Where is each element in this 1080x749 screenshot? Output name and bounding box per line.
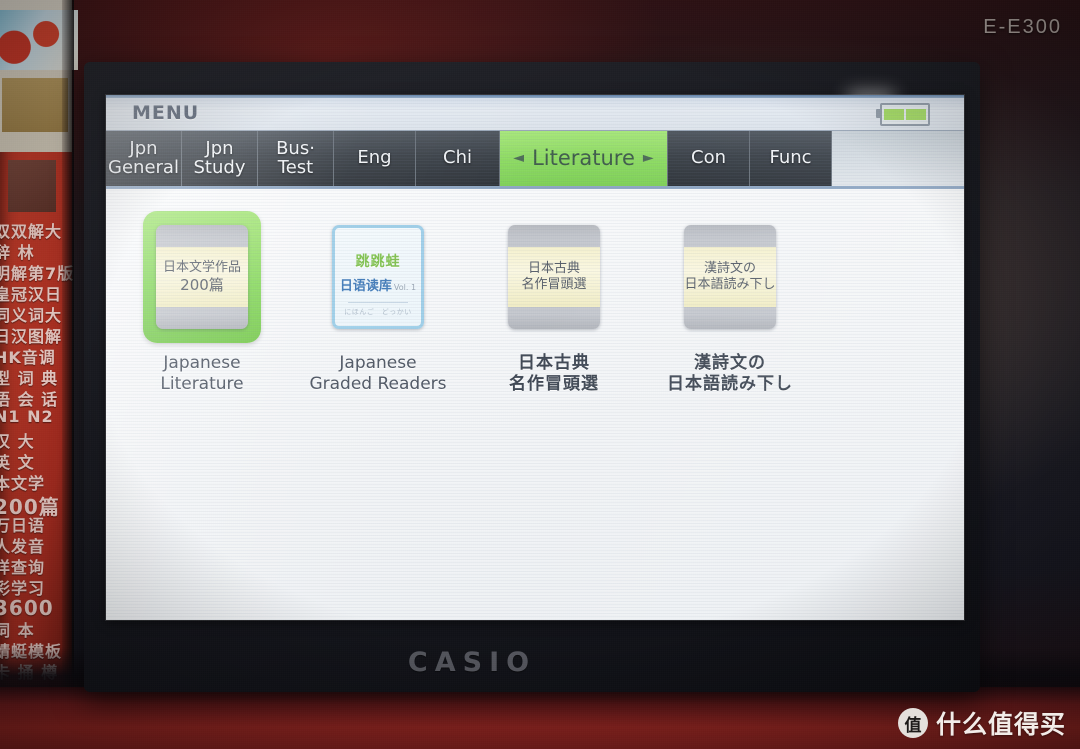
tab-label: Func	[769, 147, 812, 169]
tab-label: Chi	[443, 147, 472, 169]
screen-title-bar: MENU	[106, 95, 964, 131]
app-icon-frame: 日本古典 名作冒頭選	[495, 211, 613, 343]
tab-label-line2: Study	[193, 156, 246, 178]
cover-divider	[348, 302, 408, 303]
app-label: Japanese Literature	[160, 353, 243, 396]
tab-label: Literature	[532, 146, 635, 171]
app-tile-artwork: 跳跳蛙日语读库 Vol. 1 にほんご どっかい	[332, 225, 424, 329]
product-box-edge	[62, 0, 74, 690]
app-icon-frame: 跳跳蛙日语读库 Vol. 1 にほんご どっかい	[319, 211, 437, 343]
tab-label: Eng	[357, 147, 392, 169]
app-icon-frame: 漢詩文の 日本語読み下し	[671, 211, 789, 343]
product-box-photo-panel	[8, 160, 56, 212]
app-icon-japanese-graded-readers[interactable]: 跳跳蛙日语读库 Vol. 1 にほんご どっかい Japanese Graded Rea…	[308, 211, 448, 396]
battery-icon	[876, 103, 930, 126]
tab-prev-arrow-icon[interactable]: ◄	[513, 151, 524, 166]
tab-bar-filler	[832, 131, 964, 186]
app-tile-label-band: 日本古典 名作冒頭選	[508, 247, 600, 307]
product-box-badge	[2, 78, 68, 132]
cover-subtitle: にほんご どっかい	[344, 309, 412, 316]
app-tile-label-band: 日本文学作品 200篇	[156, 247, 248, 307]
app-label: 漢詩文の 日本語読み下し	[667, 353, 793, 396]
app-label-line: Literature	[160, 374, 244, 395]
app-tile-text-line: 名作冒頭選	[521, 277, 587, 292]
app-tile-artwork: 日本文学作品 200篇	[156, 225, 248, 329]
app-label-line: Japanese	[163, 353, 241, 373]
tab-literature[interactable]: ◄ Literature ►	[500, 131, 668, 186]
cover-main-title: 日语读库 Vol. 1	[339, 279, 417, 294]
watermark-text: 什么值得买	[935, 710, 1066, 739]
app-icon-japanese-literature[interactable]: 日本文学作品 200篇 Japanese Literature	[132, 211, 272, 396]
app-label-line: 日本語読み下し	[667, 374, 793, 395]
app-tile-text-line: 日本文学作品	[162, 259, 241, 275]
casio-brand-logo: CASIO	[407, 647, 537, 678]
tab-jpn[interactable]: Jpn Study	[182, 131, 258, 186]
app-icon-japanese-classics[interactable]: 日本古典 名作冒頭選 日本古典 名作冒頭選	[484, 211, 624, 396]
watermark: 值 什么值得买	[897, 705, 1066, 741]
app-label-line: 名作冒頭選	[509, 374, 599, 395]
app-tile-artwork: 漢詩文の 日本語読み下し	[684, 225, 776, 329]
app-icon-kanshibun-yomikudashi[interactable]: 漢詩文の 日本語読み下し 漢詩文の 日本語読み下し	[660, 211, 800, 396]
app-tile-text-line: 日本古典	[527, 261, 580, 277]
tab-label-line2: Test	[277, 156, 314, 178]
page-title: MENU	[132, 101, 200, 124]
photo-background: 双双解大辞 林明解第7版 皇冠汉日 同义词大 日汉图解 HK音调型 词 典语 会 话 N1…	[0, 0, 1080, 749]
tab-bus[interactable]: Bus· Test	[258, 131, 334, 186]
cover-top-title: 跳跳蛙	[355, 254, 401, 270]
tab-label: Jpn	[205, 137, 234, 159]
spine-text-line: N1 N2	[0, 407, 54, 426]
category-tab-bar[interactable]: Jpn General Jpn Study Bus· Test Eng Chi ◄ Literat…	[106, 131, 964, 189]
app-selection-highlight: 日本文学作品 200篇	[143, 211, 261, 343]
app-tile-text-line: 日本語読み下し	[684, 277, 776, 292]
tab-next-arrow-icon[interactable]: ►	[643, 151, 654, 166]
app-tile-text-line: 漢詩文の	[703, 261, 756, 277]
tab-chi[interactable]: Chi	[416, 131, 500, 186]
tab-con[interactable]: Con	[668, 131, 750, 186]
device-model-label: E-E300	[983, 16, 1062, 38]
app-grid[interactable]: 日本文学作品 200篇 Japanese Literature 跳跳蛙 日语读库 Vol. …	[132, 211, 964, 396]
app-tile-artwork: 日本古典 名作冒頭選	[508, 225, 600, 329]
tab-func[interactable]: Func	[750, 131, 832, 186]
app-tile-label-band: 漢詩文の 日本語読み下し	[684, 247, 776, 307]
cover-volume-label: Vol. 1	[393, 283, 417, 292]
battery-cell	[906, 109, 926, 120]
watermark-badge-icon: 值	[897, 708, 928, 738]
app-tile-text-line: 200篇	[180, 275, 224, 294]
app-label-line: 漢詩文の	[694, 353, 766, 373]
tab-label: Bus·	[276, 137, 315, 159]
tab-label-line2: General	[108, 156, 179, 178]
tab-eng[interactable]: Eng	[334, 131, 416, 186]
tab-label: Con	[691, 147, 726, 169]
tab-label: Jpn	[129, 137, 158, 159]
app-label: 日本古典 名作冒頭選	[509, 353, 599, 396]
app-label: Japanese Graded Readers	[309, 353, 446, 396]
battery-cell	[884, 109, 904, 120]
app-label-line: Graded Readers	[309, 374, 447, 395]
app-label-line: 日本古典	[518, 353, 590, 373]
lcd-screen: MENU Jpn General Jpn Study Bus· Test Eng Chi ◄ Li…	[106, 95, 964, 620]
tab-jpn[interactable]: Jpn General	[106, 131, 182, 186]
app-grid-area: 日本文学作品 200篇 Japanese Literature 跳跳蛙 日语读库 Vol. …	[106, 189, 964, 620]
app-label-line: Japanese	[339, 353, 417, 373]
